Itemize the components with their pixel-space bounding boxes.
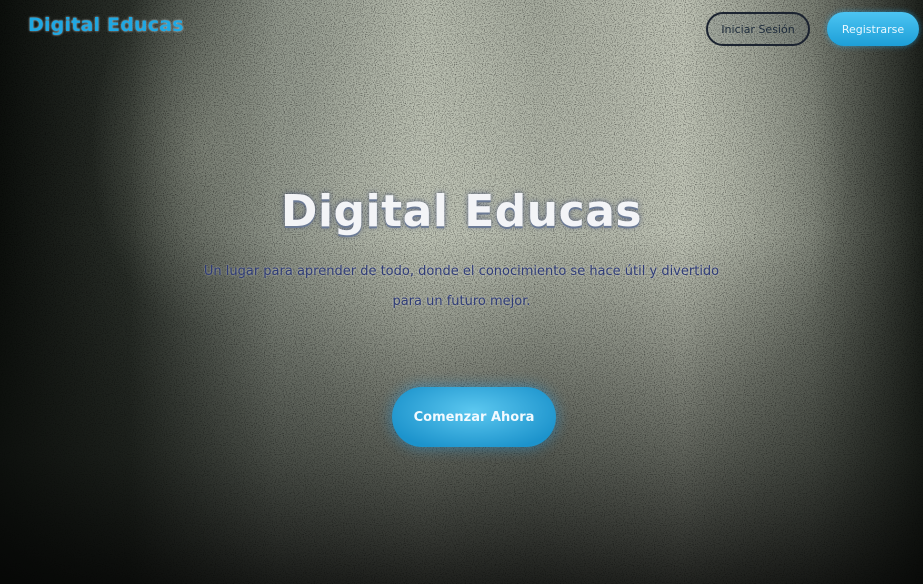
hero-title: Digital Educas bbox=[280, 186, 643, 237]
register-button[interactable]: Registrarse bbox=[827, 12, 919, 46]
landing-page: Digital Educas Iniciar Sesión Registrars… bbox=[0, 0, 923, 584]
brand-logo[interactable]: Digital Educas bbox=[28, 14, 184, 36]
login-button[interactable]: Iniciar Sesión bbox=[706, 12, 810, 46]
hero-subtitle: Un lugar para aprender de todo, donde el… bbox=[203, 264, 720, 309]
hero-section: Digital Educas Un lugar para aprender de… bbox=[0, 186, 923, 317]
start-now-button[interactable]: Comenzar Ahora bbox=[392, 387, 556, 447]
